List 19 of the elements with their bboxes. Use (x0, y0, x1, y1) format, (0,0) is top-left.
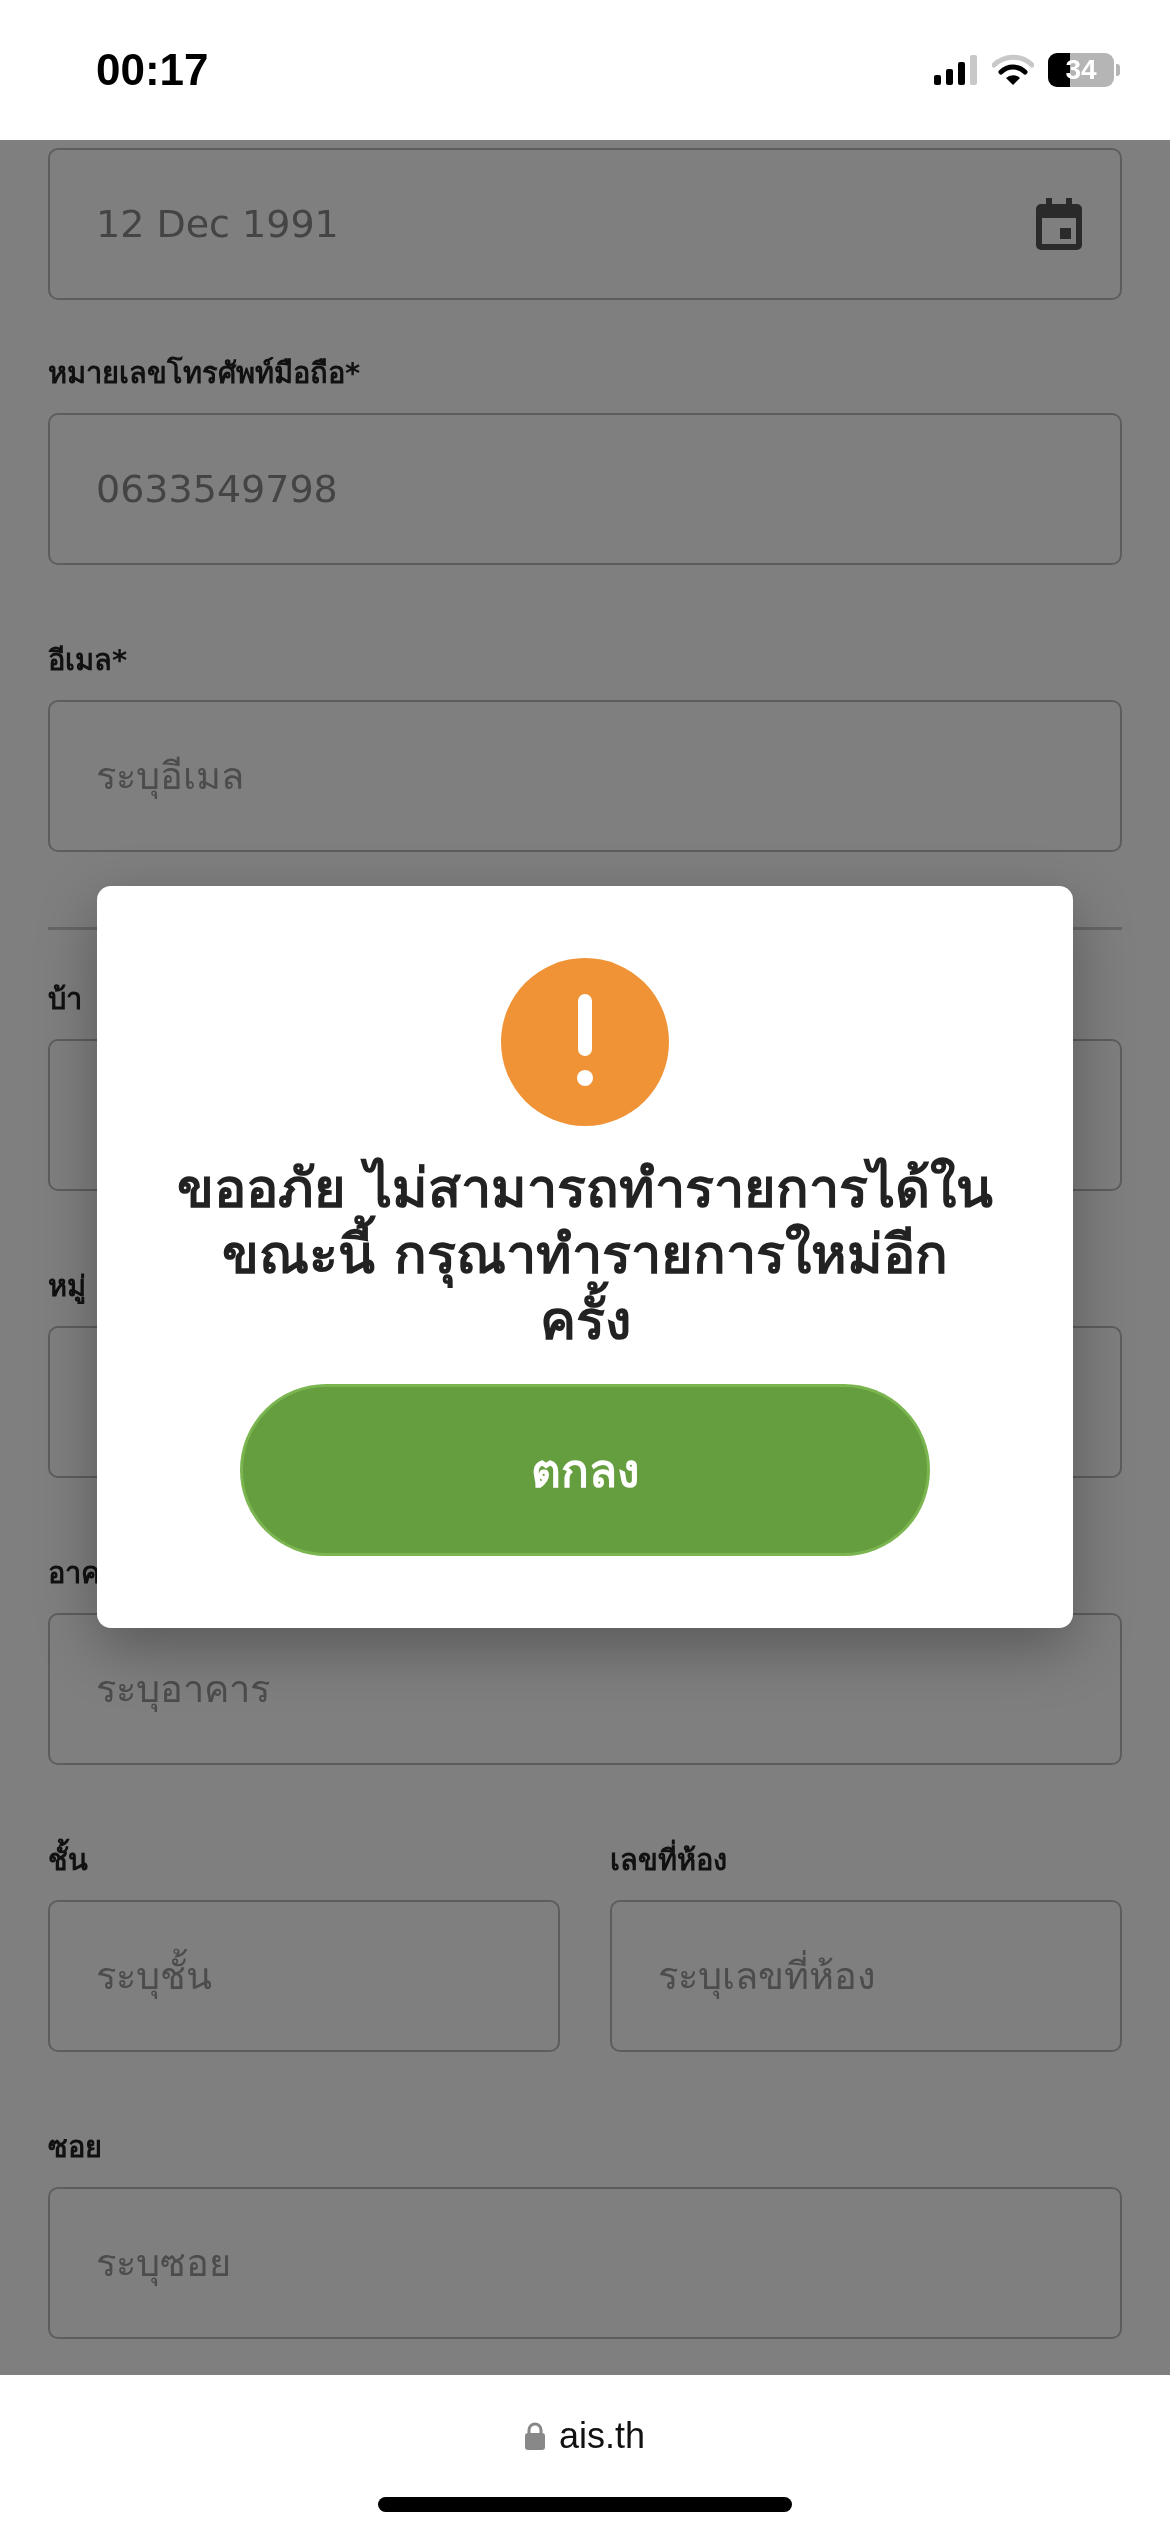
status-time: 00:17 (96, 45, 209, 95)
signal-icon (934, 55, 978, 85)
field-label: หมายเลขโทรศัพท์มือถือ* (48, 355, 361, 392)
lock-icon (524, 2422, 545, 2450)
field-label: ชั้น (48, 1840, 88, 1880)
field-label: อีเมล* (48, 642, 128, 679)
field-label: หมู่ (48, 1268, 86, 1306)
field-label: บ้า (48, 981, 82, 1018)
date-field[interactable]: 12 Dec 1991 (48, 148, 1122, 300)
input-field[interactable]: 0633549798 (48, 413, 1122, 565)
field-label: ซอย (48, 2129, 102, 2166)
dialog-message: ขออภัย ไม่สามารถทำรายการได้ใน ขณะนี้ กรุณาทำรายการใหม่อีก ครั้ง (177, 1156, 993, 1354)
calendar-icon[interactable] (1036, 198, 1082, 250)
warning-icon (501, 958, 669, 1126)
url-text[interactable]: ais.th (558, 2415, 645, 2457)
ok-button[interactable]: ตกลง (240, 1384, 930, 1556)
field-label: เลขที่ห้อง (610, 1840, 727, 1880)
wifi-icon (992, 54, 1034, 86)
field-label: อาค (48, 1555, 100, 1592)
